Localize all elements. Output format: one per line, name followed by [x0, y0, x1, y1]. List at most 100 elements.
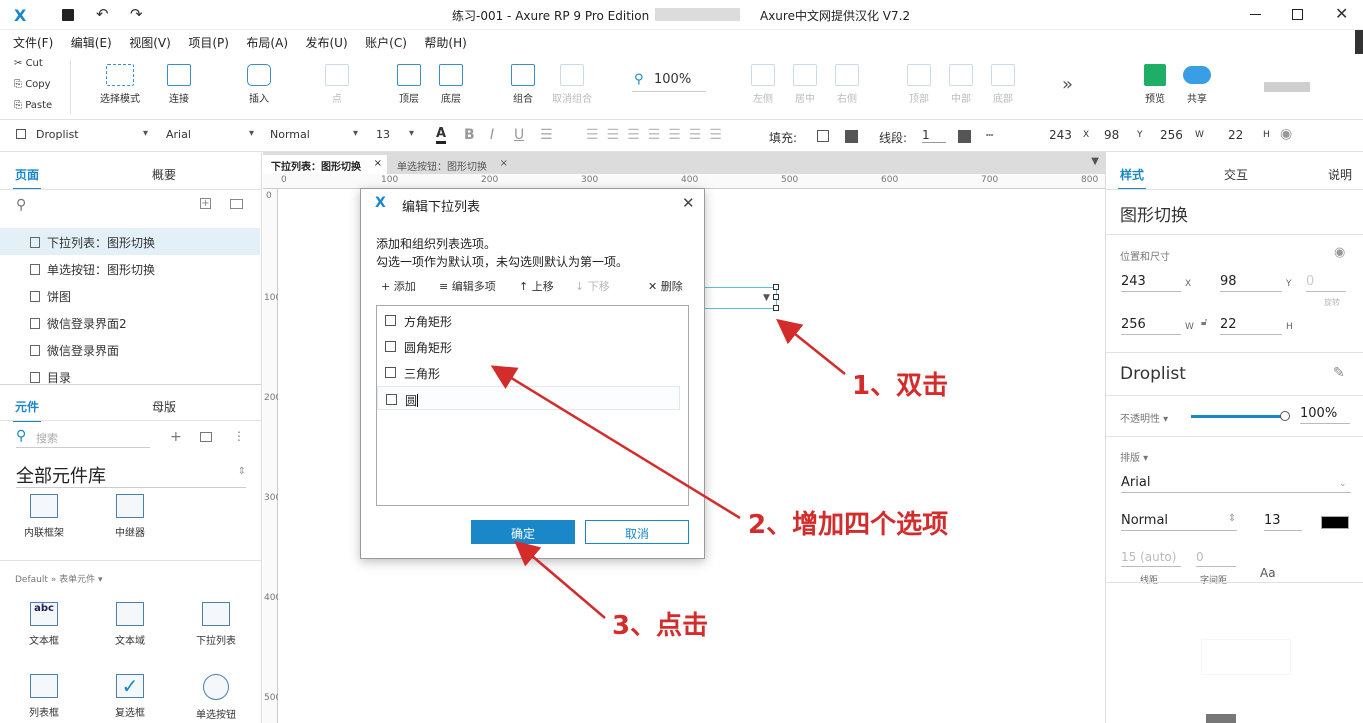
- x-input[interactable]: 243: [1049, 128, 1072, 142]
- save-icon[interactable]: [62, 9, 74, 21]
- page-item[interactable]: 微信登录界面: [0, 336, 260, 363]
- close-icon[interactable]: ×: [374, 158, 382, 169]
- delete-option-button[interactable]: ✕ 删除: [648, 278, 683, 294]
- typography-label[interactable]: 排版 ▾: [1120, 449, 1148, 464]
- rotation-field[interactable]: 0: [1306, 274, 1346, 292]
- page-item[interactable]: 单选按钮：图形切换: [0, 255, 260, 282]
- stroke-pattern-icon[interactable]: ┅: [986, 128, 993, 142]
- redo-icon[interactable]: ↷: [130, 5, 143, 23]
- resize-handle[interactable]: [773, 305, 779, 311]
- undo-icon[interactable]: ↶: [96, 5, 109, 23]
- widget-repeater[interactable]: 中继器: [95, 494, 165, 539]
- connect-button[interactable]: 连接: [160, 64, 198, 105]
- stroke-width-input[interactable]: 1: [922, 128, 946, 143]
- menu-account[interactable]: 账户(C): [358, 30, 414, 51]
- default-checkbox[interactable]: [386, 394, 397, 405]
- default-checkbox[interactable]: [385, 315, 396, 326]
- tab-outline[interactable]: 概要: [152, 166, 176, 183]
- font-size-field[interactable]: 13: [1264, 513, 1302, 531]
- menu-project[interactable]: 项目(P): [181, 30, 236, 51]
- font-family-select[interactable]: Arial: [166, 126, 254, 146]
- tab-style[interactable]: 样式: [1117, 166, 1147, 190]
- menu-file[interactable]: 文件(F): [0, 30, 60, 51]
- add-page-icon[interactable]: +: [200, 198, 211, 209]
- lock-icon[interactable]: 🔓︎: [1201, 317, 1207, 328]
- default-checkbox[interactable]: [385, 341, 396, 352]
- widget-listbox[interactable]: 列表框: [9, 674, 79, 719]
- text-style-icon[interactable]: Aa: [1260, 566, 1276, 580]
- widget-textarea[interactable]: 文本域: [95, 602, 165, 647]
- x-field[interactable]: 243: [1121, 274, 1181, 292]
- widget-textbox[interactable]: abc 文本框: [9, 602, 79, 647]
- fill-color-swatch[interactable]: [817, 130, 829, 142]
- w-input[interactable]: 256: [1160, 128, 1183, 142]
- align-middle-button[interactable]: 中部: [942, 64, 980, 105]
- ok-button[interactable]: 确定: [471, 520, 575, 544]
- w-field[interactable]: 256: [1121, 317, 1181, 335]
- cancel-button[interactable]: 取消: [585, 520, 689, 544]
- align-left-button[interactable]: 左侧: [744, 64, 782, 105]
- library-copy-icon[interactable]: [200, 432, 212, 442]
- bottom-swatch[interactable]: [1206, 714, 1236, 723]
- align-text-icons[interactable]: ☰☰☰☰☰☰☰: [586, 127, 730, 143]
- tabs-dropdown-icon[interactable]: ▼: [1091, 156, 1099, 167]
- text-color-icon[interactable]: A: [436, 127, 447, 144]
- tab-notes[interactable]: 说明: [1328, 166, 1352, 183]
- line-height-field[interactable]: 15 (auto): [1121, 550, 1181, 567]
- page-item[interactable]: 下拉列表：图形切换: [0, 228, 260, 255]
- add-library-icon[interactable]: +: [170, 429, 182, 445]
- dialog-close-icon[interactable]: ✕: [682, 194, 695, 212]
- page-item[interactable]: 目录: [0, 363, 260, 390]
- widget-droplist[interactable]: 下拉列表: [181, 602, 251, 647]
- page-item[interactable]: 饼图: [0, 282, 260, 309]
- bold-icon[interactable]: B: [464, 127, 475, 143]
- widget-style-select[interactable]: Droplist: [16, 126, 148, 146]
- h-input[interactable]: 22: [1228, 128, 1243, 142]
- tab-masters[interactable]: 母版: [152, 398, 176, 415]
- paste-button[interactable]: ⎘ Paste: [14, 100, 52, 111]
- letter-spacing-field[interactable]: 0: [1196, 550, 1236, 567]
- list-item[interactable]: 圆角矩形: [377, 334, 680, 358]
- send-bottom-button[interactable]: 底层: [432, 64, 470, 105]
- edit-multiple-button[interactable]: ≡ 编辑多项: [439, 278, 496, 294]
- insert-button[interactable]: 插入: [240, 64, 278, 105]
- menu-view[interactable]: 视图(V): [122, 30, 178, 51]
- edit-style-icon[interactable]: ✎: [1333, 365, 1345, 381]
- resize-handle[interactable]: [773, 284, 779, 290]
- default-checkbox[interactable]: [385, 367, 396, 378]
- font-weight-field[interactable]: Normal: [1121, 513, 1237, 531]
- group-button[interactable]: 组合: [504, 64, 542, 105]
- doc-tab-active[interactable]: 下拉列表：图形切换 ×: [263, 155, 387, 174]
- select-mode-button[interactable]: 选择模式: [96, 64, 144, 105]
- ungroup-button[interactable]: 取消组合: [548, 64, 596, 105]
- opacity-label[interactable]: 不透明性 ▾: [1120, 410, 1168, 425]
- point-button[interactable]: 点: [318, 64, 356, 105]
- menu-publish[interactable]: 发布(U): [299, 30, 355, 51]
- widget-radio[interactable]: 单选按钮: [181, 674, 251, 721]
- resize-handle[interactable]: [773, 294, 779, 300]
- zoom-select[interactable]: ⚲ 100%: [632, 72, 706, 92]
- search-icon[interactable]: ⚲: [16, 197, 26, 213]
- tab-widgets[interactable]: 元件: [12, 398, 42, 422]
- h-field[interactable]: 22: [1220, 317, 1282, 335]
- widget-category[interactable]: Default » 表单元件 ▾: [15, 572, 103, 585]
- preview-button[interactable]: 预览: [1136, 64, 1174, 105]
- library-select[interactable]: 全部元件库 ⇕: [16, 462, 246, 488]
- y-field[interactable]: 98: [1220, 274, 1282, 292]
- more-options-icon[interactable]: ⋮: [233, 429, 245, 443]
- y-input[interactable]: 98: [1104, 128, 1119, 142]
- list-item[interactable]: 三角形: [377, 360, 680, 384]
- stroke-color-swatch[interactable]: [958, 130, 971, 143]
- maximize-button[interactable]: [1292, 9, 1303, 20]
- widget-checkbox[interactable]: ✓ 复选框: [95, 674, 165, 719]
- visibility-icon[interactable]: ◉: [1280, 126, 1292, 142]
- align-center-button[interactable]: 居中: [786, 64, 824, 105]
- move-up-button[interactable]: ↑ 上移: [519, 278, 554, 294]
- user-avatar[interactable]: [1264, 82, 1310, 92]
- menu-layout[interactable]: 布局(A): [239, 30, 295, 51]
- list-item-editing[interactable]: 圆: [377, 386, 680, 410]
- add-folder-icon[interactable]: [230, 199, 243, 209]
- tab-interactions[interactable]: 交互: [1224, 166, 1248, 183]
- align-right-button[interactable]: 右侧: [828, 64, 866, 105]
- widget-search-input[interactable]: ⚲ 搜索: [16, 428, 150, 448]
